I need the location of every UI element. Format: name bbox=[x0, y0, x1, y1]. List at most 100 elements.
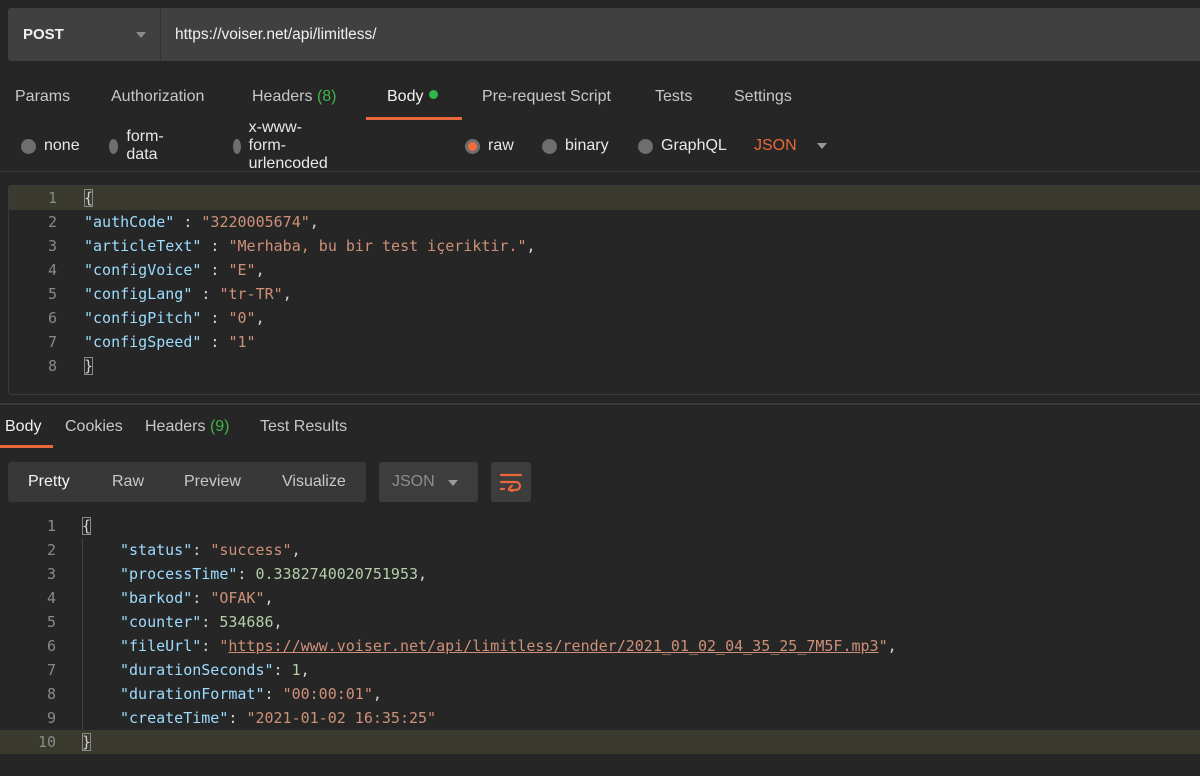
tab-response-headers[interactable]: Headers (9) bbox=[145, 410, 230, 436]
code-line: 7 "configSpeed" : "1" bbox=[9, 330, 1200, 354]
json-comma: , bbox=[264, 589, 274, 607]
line-number: 9 bbox=[46, 709, 56, 727]
json-value: 1 bbox=[291, 661, 301, 679]
code-line: 3 "articleText" : "Merhaba, bu bir test i… bbox=[9, 234, 1200, 258]
pane-resize-divider[interactable] bbox=[0, 403, 1200, 405]
radio-binary[interactable]: binary bbox=[542, 133, 609, 159]
json-key: "fileUrl" bbox=[120, 637, 202, 655]
tab-test-results[interactable]: Test Results bbox=[260, 410, 347, 436]
line-number: 5 bbox=[46, 613, 56, 631]
radio-label: form-data bbox=[126, 128, 164, 163]
tab-pre-request-script[interactable]: Pre-request Script bbox=[482, 80, 611, 106]
json-comma: , bbox=[282, 285, 292, 303]
code-line: 7 "durationSeconds": 1, bbox=[0, 658, 1200, 682]
close-brace: } bbox=[82, 733, 92, 751]
code-line: 8} bbox=[9, 354, 1200, 378]
tab-body[interactable]: Body bbox=[366, 80, 462, 120]
json-separator: : bbox=[192, 285, 220, 303]
line-number: 6 bbox=[47, 309, 57, 327]
chevron-down-icon bbox=[816, 143, 827, 149]
response-view-group: Pretty Raw Preview Visualize bbox=[8, 462, 366, 502]
line-number: 3 bbox=[47, 237, 57, 255]
tab-authorization[interactable]: Authorization bbox=[111, 80, 204, 106]
headers-count: (8) bbox=[316, 88, 337, 105]
code-line: 2 "status": "success", bbox=[0, 538, 1200, 562]
tab-headers[interactable]: Headers (8) bbox=[252, 80, 337, 106]
request-body-editor[interactable]: 1{ 2 "authCode" : "3220005674", 3 "article… bbox=[8, 185, 1200, 395]
language-select[interactable]: JSON bbox=[754, 133, 827, 159]
code-line: 1{ bbox=[0, 514, 1200, 538]
open-brace: { bbox=[84, 189, 94, 207]
json-key: "configVoice" bbox=[84, 261, 202, 279]
tab-label: Pre-request Script bbox=[482, 88, 611, 105]
json-separator: : bbox=[201, 333, 229, 351]
code-line: 4 "barkod": "OFAK", bbox=[0, 586, 1200, 610]
line-number: 8 bbox=[47, 357, 57, 375]
tab-label: Test Results bbox=[260, 418, 348, 435]
json-value: "E" bbox=[228, 261, 256, 279]
body-indicator-dot bbox=[429, 90, 439, 99]
tab-params[interactable]: Params bbox=[15, 80, 70, 106]
view-raw-button[interactable]: Raw bbox=[112, 462, 144, 502]
response-format-select[interactable]: JSON bbox=[379, 462, 478, 502]
code-line: 2 "authCode" : "3220005674", bbox=[9, 210, 1200, 234]
request-url-bar: POST bbox=[8, 8, 1200, 61]
radio-graphql[interactable]: GraphQL bbox=[638, 133, 727, 159]
view-preview-button[interactable]: Preview bbox=[184, 462, 241, 502]
json-key: "configLang" bbox=[84, 285, 193, 303]
radio-none[interactable]: none bbox=[21, 133, 80, 159]
json-comma: , bbox=[300, 661, 310, 679]
tab-response-body[interactable]: Body bbox=[0, 410, 53, 448]
radio-icon bbox=[109, 138, 119, 154]
line-number: 2 bbox=[47, 213, 57, 231]
json-key: "status" bbox=[120, 541, 193, 559]
json-quote: " bbox=[878, 637, 888, 655]
line-number: 6 bbox=[46, 637, 56, 655]
view-visualize-button[interactable]: Visualize bbox=[282, 462, 346, 502]
json-key: "authCode" bbox=[84, 213, 175, 231]
radio-label: GraphQL bbox=[661, 137, 727, 154]
json-value: "0" bbox=[228, 309, 256, 327]
line-number: 7 bbox=[47, 333, 57, 351]
method-select[interactable]: POST bbox=[8, 8, 161, 61]
json-key: "counter" bbox=[120, 613, 202, 631]
radio-label: none bbox=[44, 137, 80, 154]
url-input[interactable] bbox=[161, 8, 1200, 61]
json-key: "configSpeed" bbox=[84, 333, 202, 351]
file-url-link[interactable]: https://www.voiser.net/api/limitless/ren… bbox=[228, 637, 878, 655]
json-key: "articleText" bbox=[84, 237, 202, 255]
language-label: JSON bbox=[754, 137, 797, 154]
tab-tests[interactable]: Tests bbox=[655, 80, 692, 106]
json-value: 0.3382740020751953 bbox=[255, 565, 419, 583]
radio-form-data[interactable]: form-data bbox=[109, 128, 169, 163]
view-pretty-button[interactable]: Pretty bbox=[28, 462, 70, 502]
json-key: "durationSeconds" bbox=[120, 661, 274, 679]
tab-settings[interactable]: Settings bbox=[734, 80, 792, 106]
json-value: "success" bbox=[210, 541, 292, 559]
wrap-lines-icon bbox=[499, 473, 523, 492]
json-separator: : bbox=[174, 213, 202, 231]
json-comma: , bbox=[526, 237, 536, 255]
tab-label: Params bbox=[15, 88, 71, 105]
tab-label: Authorization bbox=[111, 88, 205, 105]
json-key: "durationFormat" bbox=[120, 685, 265, 703]
tab-cookies[interactable]: Cookies bbox=[65, 410, 123, 436]
wrap-lines-button[interactable] bbox=[491, 462, 531, 502]
json-value: "2021-01-02 16:35:25" bbox=[246, 709, 437, 727]
json-key: "barkod" bbox=[120, 589, 193, 607]
json-separator: : bbox=[192, 589, 211, 607]
line-number: 5 bbox=[47, 285, 57, 303]
json-comma: , bbox=[273, 613, 283, 631]
code-line: 5 "counter": 534686, bbox=[0, 610, 1200, 634]
json-comma: , bbox=[887, 637, 897, 655]
headers-count: (9) bbox=[209, 418, 230, 435]
chevron-down-icon bbox=[136, 32, 146, 38]
radio-x-www-form-urlencoded[interactable]: x-www-form-urlencoded bbox=[233, 119, 335, 172]
radio-icon bbox=[233, 138, 241, 154]
response-body-viewer[interactable]: 1{ 2 "status": "success", 3 "processTime":… bbox=[0, 514, 1200, 776]
divider bbox=[0, 171, 1200, 172]
line-number: 10 bbox=[37, 733, 56, 751]
json-separator: : bbox=[201, 309, 229, 327]
radio-raw[interactable]: raw bbox=[465, 133, 514, 159]
tab-label: Cookies bbox=[65, 418, 123, 435]
